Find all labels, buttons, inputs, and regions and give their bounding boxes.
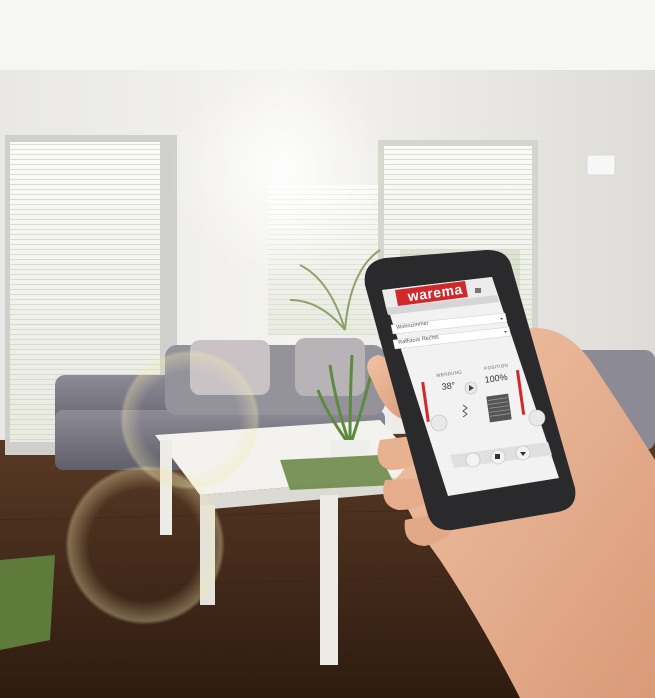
- hamburger-menu-icon[interactable]: [475, 288, 481, 293]
- down-button[interactable]: [465, 452, 481, 468]
- living-room-photo: [0, 0, 655, 698]
- up-down-icon[interactable]: [430, 414, 448, 432]
- up-down-icon[interactable]: [528, 409, 546, 427]
